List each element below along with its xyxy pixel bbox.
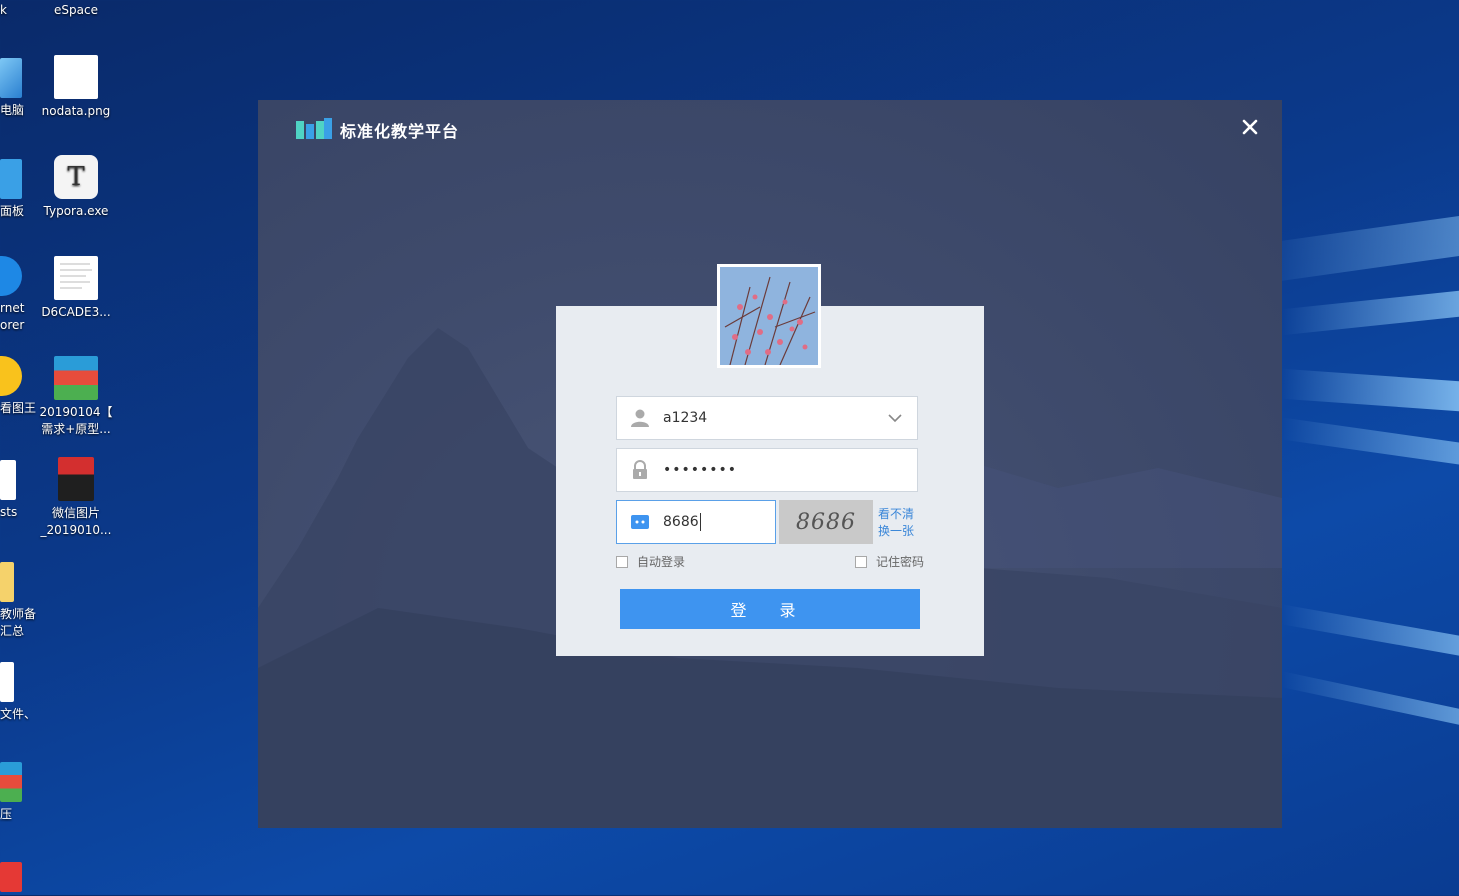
login-button[interactable]: 登 录	[620, 589, 920, 629]
desktop-icon-partial[interactable]: 教师备 汇总	[0, 562, 36, 640]
auto-login-checkbox[interactable]: 自动登录	[616, 553, 685, 570]
archive-icon	[54, 356, 98, 400]
desktop-icon-partial[interactable]: 面板	[0, 159, 24, 220]
username-field[interactable]: a1234	[616, 396, 918, 440]
desktop-icon-label: Typora.exe	[43, 204, 109, 218]
photo-file-icon	[58, 457, 94, 501]
desktop-icon-d6cade3[interactable]: D6CADE3...	[36, 256, 116, 321]
auto-login-label: 自动登录	[637, 555, 686, 569]
logo-icon	[296, 118, 332, 142]
desktop-icon-partial[interactable]: sts	[0, 460, 17, 521]
user-icon	[629, 407, 651, 429]
desktop-icon-label: 20190104【 需求+原型...	[39, 405, 113, 436]
internet-explorer-icon	[0, 256, 22, 296]
desktop-icon-partial[interactable]: 电脑	[0, 58, 24, 119]
refresh-captcha-link[interactable]: 看不清 换一张	[878, 506, 914, 540]
archive-icon	[0, 762, 22, 802]
close-button[interactable]	[1242, 114, 1258, 140]
desktop-icon-archive[interactable]: 20190104【 需求+原型...	[36, 356, 116, 438]
desktop-icon-label: D6CADE3...	[41, 305, 111, 319]
captcha-field[interactable]: 8686	[616, 500, 776, 544]
desktop-icon-label: eSpace	[54, 3, 98, 17]
desktop-icon-espace[interactable]: eSpace	[36, 2, 116, 19]
desktop-icon-partial[interactable]: rnet orer	[0, 256, 24, 334]
desktop-icon-label: sts	[0, 505, 18, 519]
desktop-icon-label: 教师备 汇总	[0, 607, 37, 638]
app-icon	[0, 862, 22, 892]
typora-icon: T	[54, 155, 98, 199]
desktop-icon-wechat-photo[interactable]: 微信图片 _2019010...	[36, 457, 116, 539]
refresh-captcha-line2: 换一张	[878, 524, 915, 538]
computer-icon	[0, 58, 22, 98]
document-file-icon	[54, 256, 98, 300]
desktop-icon-label: 微信图片 _2019010...	[40, 506, 112, 537]
desktop-icon-nodata-png[interactable]: nodata.png	[36, 55, 116, 120]
desktop-icon-label: 看图王	[0, 401, 37, 415]
desktop-icon-partial[interactable]: 文件、	[0, 662, 36, 723]
desktop-icon-partial[interactable]: 压	[0, 762, 22, 823]
desktop-icon-partial[interactable]	[0, 862, 22, 896]
text-cursor	[699, 513, 701, 531]
desktop-icon-label: k	[0, 3, 7, 17]
control-panel-icon	[0, 159, 22, 199]
image-viewer-icon	[0, 356, 22, 396]
chevron-down-icon[interactable]	[887, 409, 903, 428]
remember-password-label: 记住密码	[876, 555, 925, 569]
desktop-icon-typora[interactable]: T Typora.exe	[36, 155, 116, 220]
desktop-icon-label: rnet orer	[0, 301, 25, 332]
desktop-icon-label: 面板	[0, 204, 25, 218]
app-logo: 标准化教学平台	[296, 118, 459, 142]
desktop-icon-partial[interactable]: 看图王	[0, 356, 36, 417]
desktop-icon-label: 压	[0, 807, 13, 821]
lock-icon	[629, 459, 651, 481]
user-avatar	[717, 264, 821, 368]
image-file-icon	[54, 55, 98, 99]
captcha-image[interactable]: 8686	[779, 500, 873, 544]
file-icon	[0, 460, 16, 500]
captcha-input-value: 8686	[663, 514, 699, 530]
refresh-captcha-line1: 看不清	[878, 507, 915, 521]
file-icon	[0, 662, 14, 702]
password-value: ••••••••	[663, 462, 738, 478]
desktop-icon-label: nodata.png	[41, 104, 111, 118]
desktop-icon-label: 电脑	[0, 103, 25, 117]
login-dialog: 标准化教学平台 a1234 •••••••• 8686 8686 看不清 换一张…	[258, 100, 1282, 828]
desktop-icon-partial[interactable]: k	[0, 2, 7, 19]
checkbox-box[interactable]	[616, 555, 628, 568]
username-value: a1234	[663, 410, 708, 426]
desktop-icon-label: 文件、	[0, 707, 37, 721]
close-icon	[1242, 119, 1258, 135]
password-field[interactable]: ••••••••	[616, 448, 918, 492]
remember-password-checkbox[interactable]: 记住密码	[855, 553, 924, 570]
app-title: 标准化教学平台	[340, 122, 460, 141]
folder-icon	[0, 562, 14, 602]
checkbox-box[interactable]	[855, 555, 867, 568]
captcha-icon	[629, 511, 651, 533]
